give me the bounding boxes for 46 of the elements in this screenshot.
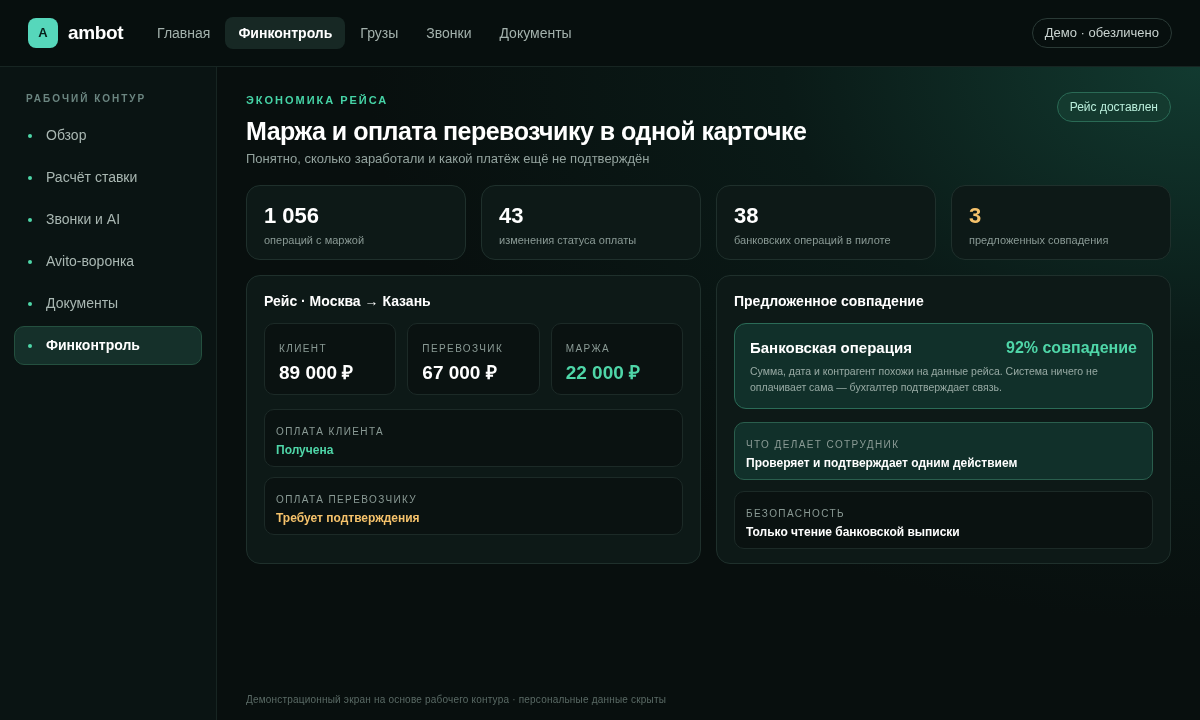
payment-label: ОПЛАТА КЛИЕНТА xyxy=(276,425,386,438)
stat-value: 43 xyxy=(499,203,525,229)
amount-label: ПЕРЕВОЗЧИК xyxy=(422,342,505,355)
stat-label: изменения статуса оплаты xyxy=(499,233,638,248)
stat-value: 3 xyxy=(969,203,983,229)
amount-value: 67 000 ₽ xyxy=(422,361,498,384)
logo-mark: A xyxy=(28,18,58,48)
footer-note: Демонстрационный экран на основе рабочего контура · персональные данные скрыты xyxy=(246,694,667,705)
detail-value: Только чтение банковской выписки xyxy=(746,525,961,540)
panel-title: Рейс · Москва → Казань xyxy=(264,292,432,310)
payment-status: Требует подтверждения xyxy=(276,511,421,526)
stat-value: 38 xyxy=(734,203,760,229)
stat-value: 1 056 xyxy=(264,203,321,229)
amount-label: МАРЖА xyxy=(565,342,612,355)
nav-tab[interactable]: Документы xyxy=(486,17,585,49)
sidebar-item[interactable]: Документы xyxy=(14,284,202,323)
detail-label: ЧТО ДЕЛАЕТ СОТРУДНИК xyxy=(746,438,901,451)
nav-tab[interactable]: Финконтроль xyxy=(225,17,346,49)
detail-value: Проверяет и подтверждает одним действием xyxy=(746,456,1019,471)
stat-label: банковских операций в пилоте xyxy=(734,233,892,248)
amount-label: КЛИЕНТ xyxy=(279,342,328,355)
operation-description: Сумма, дата и контрагент похожи на данные рейса. Система ничего не оплачивает сама — бухгалтер подтверждает связь. xyxy=(750,364,1099,395)
stat-label: предложенных совпадения xyxy=(969,233,1110,248)
sidebar-item[interactable]: Обзор xyxy=(14,116,202,155)
amount-value: 22 000 ₽ xyxy=(565,361,642,384)
page-title: Маржа и оплата перевозчику в одной карточке xyxy=(246,115,807,147)
sidebar-item[interactable]: Расчёт ставки xyxy=(14,158,202,197)
match-score: 92% совпадение xyxy=(1006,338,1137,358)
stat-label: операций с маржой xyxy=(264,233,366,248)
status-badge: Рейс доставлен xyxy=(1056,92,1171,122)
sidebar-item[interactable]: Avito-воронка xyxy=(14,242,202,281)
logo-text: ambot xyxy=(68,20,124,45)
sidebar-item[interactable]: Звонки и AI xyxy=(14,200,202,239)
page-subtitle: Понятно, сколько заработали и какой платёж ещё не подтверждён xyxy=(246,149,651,168)
payment-label: ОПЛАТА ПЕРЕВОЗЧИКУ xyxy=(276,493,419,506)
nav-tab[interactable]: Главная xyxy=(144,17,224,49)
nav-tab[interactable]: Грузы xyxy=(347,17,412,49)
detail-label: БЕЗОПАСНОСТЬ xyxy=(746,507,846,520)
panel-title: Предложенное совпадение xyxy=(734,292,925,310)
nav-tab[interactable]: Звонки xyxy=(413,17,485,49)
sidebar-item[interactable]: Финконтроль xyxy=(14,326,202,365)
eyebrow-label: ЭКОНОМИКА РЕЙСА xyxy=(246,93,390,108)
operation-title: Банковская операция xyxy=(750,338,912,358)
sidebar-heading: РАБОЧИЙ КОНТУР xyxy=(25,91,148,106)
payment-status: Получена xyxy=(276,443,335,458)
amount-value: 89 000 ₽ xyxy=(279,361,355,384)
